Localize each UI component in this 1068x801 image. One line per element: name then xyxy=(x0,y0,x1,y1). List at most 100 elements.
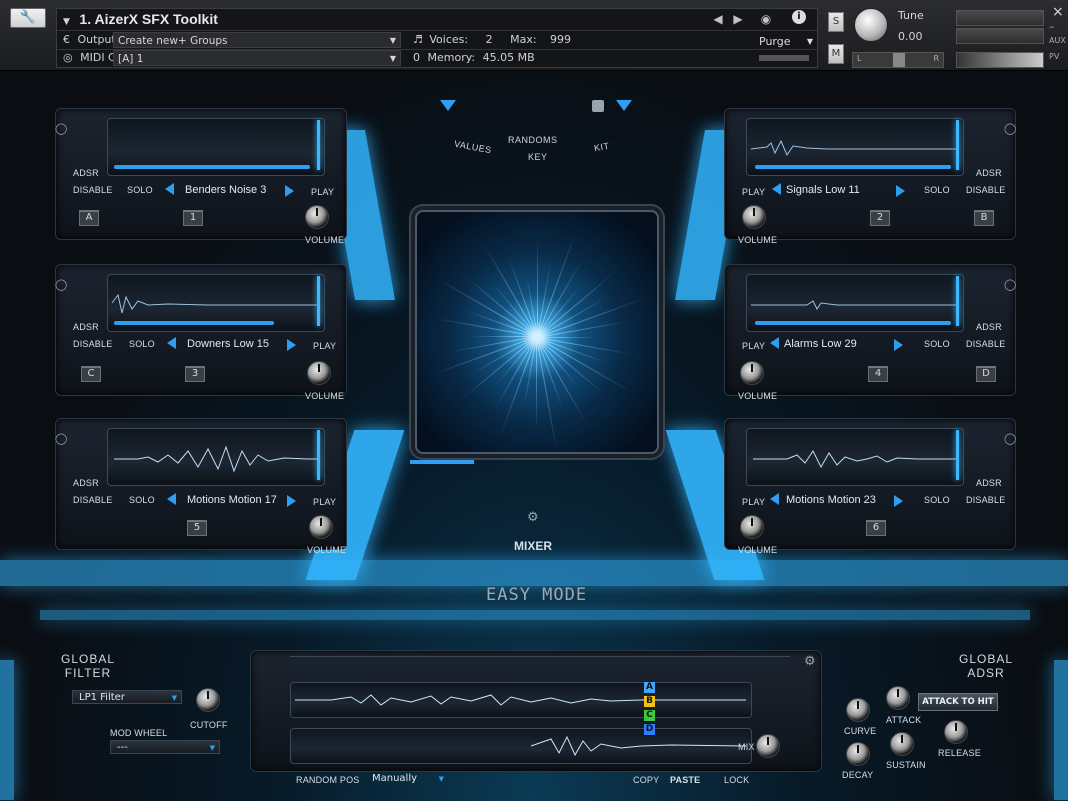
slot-adsr-button[interactable]: ADSR xyxy=(73,322,99,332)
slot-number-tag[interactable]: 1 xyxy=(183,210,203,226)
waveform-display[interactable] xyxy=(107,118,325,176)
slot-volume-knob[interactable] xyxy=(309,515,333,539)
collapse-arrow-icon[interactable]: ▼ xyxy=(63,17,70,27)
mute-button[interactable]: M xyxy=(828,44,844,64)
layer-c-button[interactable]: C xyxy=(644,710,655,721)
mod-wheel-dropdown[interactable]: --- ▼ xyxy=(110,740,220,754)
close-icon[interactable]: × xyxy=(1052,4,1064,20)
slot-letter-tag[interactable]: C xyxy=(81,366,101,382)
slot-sample-name[interactable]: Motions Motion 17 xyxy=(187,494,277,506)
waveform-display[interactable] xyxy=(107,428,325,486)
slot-solo-button[interactable]: SOLO xyxy=(129,339,155,349)
gear-icon[interactable]: ⚙ xyxy=(527,510,539,525)
slot-sample-name[interactable]: Benders Noise 3 xyxy=(185,184,266,196)
slot-disable-button[interactable]: DISABLE xyxy=(966,339,1005,349)
slot-sample-name[interactable]: Signals Low 11 xyxy=(786,184,860,196)
slot-prev-sample-icon[interactable] xyxy=(770,493,779,505)
slot-prev-sample-icon[interactable] xyxy=(770,337,779,349)
slot-volume-knob[interactable] xyxy=(740,515,764,539)
slot-adsr-button[interactable]: ADSR xyxy=(976,168,1002,178)
slot-sample-name[interactable]: Alarms Low 29 xyxy=(784,338,857,350)
slot-sample-name[interactable]: Downers Low 15 xyxy=(187,338,269,350)
slot-volume-knob[interactable] xyxy=(305,205,329,229)
slot-adsr-button[interactable]: ADSR xyxy=(73,168,99,178)
slot-solo-button[interactable]: SOLO xyxy=(924,339,950,349)
mix-knob[interactable] xyxy=(756,734,780,758)
slot-settings-icon[interactable]: ◯ xyxy=(1004,278,1016,291)
slot-adsr-button[interactable]: ADSR xyxy=(976,322,1002,332)
layer-b-button[interactable]: B xyxy=(644,696,655,707)
slot-settings-icon[interactable]: ◯ xyxy=(55,278,67,291)
slot-play-button[interactable]: PLAY xyxy=(313,341,336,351)
tune-value[interactable]: 0.00 xyxy=(898,30,923,43)
mixer-button[interactable]: MIXER xyxy=(514,539,552,553)
slot-volume-knob[interactable] xyxy=(742,205,766,229)
arrow-down-left-icon[interactable] xyxy=(440,100,456,111)
slot-settings-icon[interactable]: ◯ xyxy=(1004,432,1016,445)
sustain-knob[interactable] xyxy=(890,732,914,756)
pan-handle[interactable] xyxy=(893,53,905,67)
slot-volume-knob[interactable] xyxy=(740,361,764,385)
slot-prev-sample-icon[interactable] xyxy=(165,183,174,195)
kit-button[interactable]: KIT xyxy=(593,141,610,154)
waveform-bottom-row[interactable] xyxy=(290,728,752,764)
lock-button[interactable]: LOCK xyxy=(724,775,749,785)
slot-solo-button[interactable]: SOLO xyxy=(924,185,950,195)
layer-d-button[interactable]: D xyxy=(644,724,655,735)
layer-a-button[interactable]: A xyxy=(644,682,655,693)
slot-settings-icon[interactable]: ◯ xyxy=(55,122,67,135)
values-button[interactable]: VALUES xyxy=(453,139,492,155)
aux-label[interactable]: AUX xyxy=(1049,36,1066,45)
waveform-settings-gear-icon[interactable]: ⚙ xyxy=(804,654,816,669)
slot-number-tag[interactable]: 5 xyxy=(187,520,207,536)
key-button[interactable]: KEY xyxy=(528,152,548,162)
slot-adsr-button[interactable]: ADSR xyxy=(73,478,99,488)
slot-settings-icon[interactable]: ◯ xyxy=(1004,122,1016,135)
prev-instrument-icon[interactable]: ◀ xyxy=(709,10,727,28)
filter-type-dropdown[interactable]: LP1 Filter ▼ xyxy=(72,690,182,704)
slot-letter-tag[interactable]: A xyxy=(79,210,99,226)
slot-next-sample-icon[interactable] xyxy=(287,339,296,351)
tune-knob[interactable] xyxy=(854,8,888,42)
copy-button[interactable]: COPY xyxy=(633,775,659,785)
slot-disable-button[interactable]: DISABLE xyxy=(966,185,1005,195)
max-value[interactable]: 999 xyxy=(550,33,571,46)
attack-knob[interactable] xyxy=(886,686,910,710)
attack-to-hit-button[interactable]: ATTACK TO HIT xyxy=(918,693,998,711)
slot-play-button[interactable]: PLAY xyxy=(742,187,765,197)
camera-icon[interactable]: ◉ xyxy=(757,10,775,28)
arrow-down-right-icon[interactable] xyxy=(616,100,632,111)
slot-disable-button[interactable]: DISABLE xyxy=(73,185,112,195)
slot-prev-sample-icon[interactable] xyxy=(167,493,176,505)
slot-volume-knob[interactable] xyxy=(307,361,331,385)
slot-next-sample-icon[interactable] xyxy=(894,495,903,507)
slot-prev-sample-icon[interactable] xyxy=(167,337,176,349)
volume-slider[interactable] xyxy=(956,52,1044,68)
cutoff-knob[interactable] xyxy=(196,688,220,712)
waveform-display[interactable] xyxy=(746,274,964,332)
slot-play-button[interactable]: PLAY xyxy=(311,187,334,197)
next-instrument-icon[interactable]: ▶ xyxy=(729,10,747,28)
pan-slider[interactable]: L R xyxy=(852,52,944,68)
instrument-title[interactable]: 1. AizerX SFX Toolkit xyxy=(79,11,217,27)
slot-play-button[interactable]: PLAY xyxy=(742,497,765,507)
slot-number-tag[interactable]: 2 xyxy=(870,210,890,226)
slot-solo-button[interactable]: SOLO xyxy=(129,495,155,505)
output-dropdown[interactable]: Create new+ Groups ▼ xyxy=(113,32,401,48)
slot-solo-button[interactable]: SOLO xyxy=(924,495,950,505)
decay-knob[interactable] xyxy=(846,742,870,766)
slot-next-sample-icon[interactable] xyxy=(285,185,294,197)
slot-adsr-button[interactable]: ADSR xyxy=(976,478,1002,488)
slot-play-button[interactable]: PLAY xyxy=(313,497,336,507)
slot-play-button[interactable]: PLAY xyxy=(742,341,765,351)
slot-disable-button[interactable]: DISABLE xyxy=(73,495,112,505)
randoms-button[interactable]: RANDOMS xyxy=(508,135,558,145)
slot-next-sample-icon[interactable] xyxy=(287,495,296,507)
minimize-icon[interactable]: – xyxy=(1049,20,1055,33)
slot-solo-button[interactable]: SOLO xyxy=(127,185,153,195)
slot-number-tag[interactable]: 6 xyxy=(866,520,886,536)
paste-button[interactable]: PASTE xyxy=(670,775,700,785)
solo-button[interactable]: S xyxy=(828,12,844,32)
slot-settings-icon[interactable]: ◯ xyxy=(55,432,67,445)
wrench-icon[interactable]: 🔧 xyxy=(10,8,46,28)
